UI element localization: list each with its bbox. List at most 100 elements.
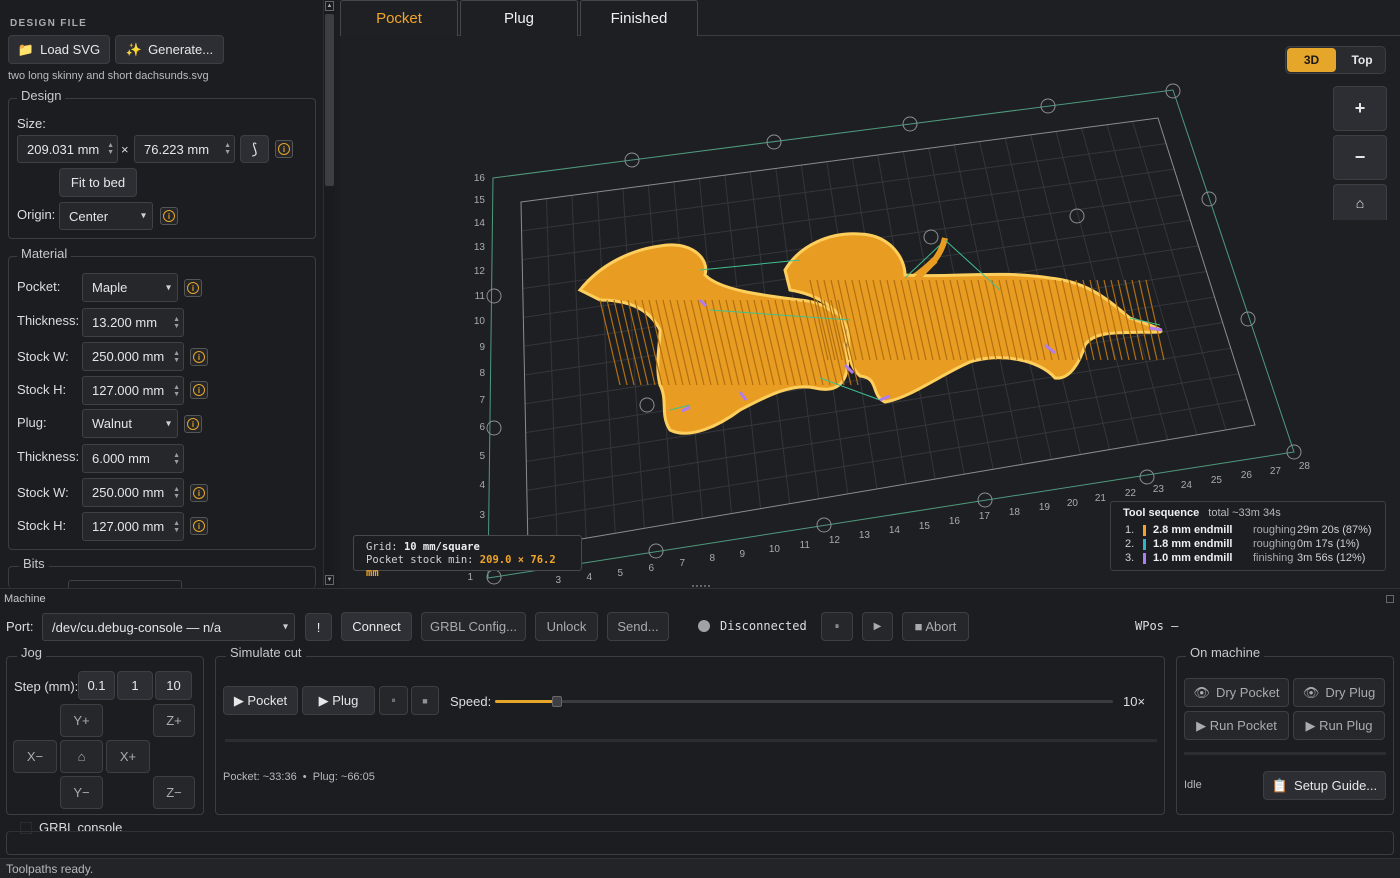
panel-expand-icon[interactable] [1386, 595, 1394, 603]
clamp-marker [923, 229, 939, 245]
scroll-up-arrow[interactable]: ▲ [325, 1, 334, 11]
viewport-panel: Pocket Plug Finished 16 15 14 13 12 11 10 9 8 7 6 5… [340, 0, 1400, 588]
origin-info-icon[interactable]: i [160, 207, 178, 225]
clamp-marker [1139, 469, 1155, 485]
run-pocket-button[interactable]: ▶ Run Pocket [1184, 711, 1289, 740]
port-select[interactable]: /dev/cu.debug-console — n/a [42, 613, 295, 641]
jog-home-button[interactable]: ⌂ [60, 740, 103, 773]
abort-button[interactable]: ■ Abort [902, 612, 969, 641]
jog-y-plus-button[interactable]: Y+ [60, 704, 103, 737]
tab-pocket[interactable]: Pocket [340, 0, 458, 36]
dry-plug-button[interactable]: 👁 Dry Plug [1293, 678, 1385, 707]
view-top-button[interactable]: Top [1338, 48, 1386, 72]
unlock-button[interactable]: Unlock [535, 612, 598, 641]
pocket-stock-h-input[interactable]: 127.000 mm ▲ ▼ [82, 376, 184, 405]
run-plug-button[interactable]: ▶ Run Plug [1293, 711, 1385, 740]
pocket-stock-w-input[interactable]: 250.000 mm ▲ ▼ [82, 342, 184, 371]
setup-guide-button[interactable]: 📋 Setup Guide... [1263, 771, 1386, 800]
jog-x-plus-button[interactable]: X+ [106, 740, 150, 773]
scroll-thumb[interactable] [325, 14, 334, 186]
port-refresh-button[interactable]: ! [305, 613, 332, 641]
zoom-out-button[interactable]: − [1333, 135, 1387, 180]
view-3d-button[interactable]: 3D [1287, 48, 1336, 72]
times-sign: × [121, 142, 129, 157]
link-aspect-button[interactable]: ⟆ [240, 135, 269, 163]
eye-icon: 👁 [1193, 684, 1210, 700]
pocket-material-select[interactable]: Maple [82, 273, 178, 302]
pocket-stock-h-label: Stock H: [17, 382, 67, 397]
jog-z-plus-button[interactable]: Z+ [153, 704, 195, 737]
plug-material-info-icon[interactable]: i [184, 415, 202, 433]
height-input[interactable]: 76.223 mm ▲ ▼ [134, 135, 235, 163]
jog-x-minus-button[interactable]: X− [13, 740, 57, 773]
size-info-icon[interactable]: i [275, 140, 293, 158]
fit-to-bed-button[interactable]: Fit to bed [59, 168, 137, 197]
pocket-stock-w-info-icon[interactable]: i [190, 348, 208, 366]
jog-z-minus-button[interactable]: Z− [153, 776, 195, 809]
load-svg-button[interactable]: 📁 Load SVG [8, 35, 110, 64]
scroll-down-arrow[interactable]: ▼ [325, 575, 334, 585]
pocket-material-label: Pocket: [17, 279, 61, 294]
toolpath-line [1138, 279, 1158, 361]
connection-status-dot [698, 620, 710, 632]
pocket-material-info-icon[interactable]: i [184, 279, 202, 297]
tool-time: 3m 56s (12%) [1297, 552, 1366, 564]
simulate-pocket-button[interactable]: ▶ Pocket [223, 686, 298, 715]
tool-sequence-title: Tool sequence [1123, 507, 1200, 519]
dry-pocket-button[interactable]: 👁 Dry Pocket [1184, 678, 1289, 707]
tool-number: 2. [1125, 538, 1135, 550]
tab-finished[interactable]: Finished [580, 0, 698, 36]
x-tick-label: 16 [949, 516, 961, 527]
tool-name: 1.8 mm endmill [1153, 538, 1233, 550]
step-10-button[interactable]: 10 [155, 671, 192, 700]
plug-stock-w-info-icon[interactable]: i [190, 484, 208, 502]
y-tick-label: 16 [474, 173, 486, 184]
on-machine-legend: On machine [1186, 645, 1265, 660]
status-message: Toolpaths ready. [6, 862, 94, 876]
connect-button[interactable]: Connect [341, 612, 412, 641]
grbl-console-area[interactable] [6, 831, 1394, 855]
eye-icon: 👁 [1302, 684, 1320, 700]
origin-select[interactable]: Center [59, 202, 153, 230]
y-tick-label: 10 [474, 316, 486, 327]
y-tick-label: 5 [479, 451, 485, 462]
folder-icon: 📁 [17, 41, 35, 57]
plug-stock-w-input[interactable]: 250.000 mm ▲ ▼ [82, 478, 184, 507]
clamp-marker [486, 420, 502, 436]
plug-thickness-input[interactable]: 6.000 mm ▲ ▼ [82, 444, 184, 473]
material-legend: Material [17, 246, 72, 261]
clamp-marker [639, 397, 655, 413]
plug-material-select[interactable]: Walnut [82, 409, 178, 438]
plug-stock-h-label: Stock H: [17, 518, 67, 533]
jog-y-minus-button[interactable]: Y− [60, 776, 103, 809]
simulate-plug-button[interactable]: ▶ Plug [302, 686, 375, 715]
plug-stock-h-info-icon[interactable]: i [190, 517, 208, 535]
x-tick-label: 10 [769, 544, 781, 555]
tool-operation: finishing [1253, 552, 1294, 564]
speed-slider-thumb[interactable] [551, 696, 562, 707]
pocket-thickness-input[interactable]: 13.200 mm ▲ ▼ [82, 308, 184, 337]
plug-stock-h-input[interactable]: 127.000 mm ▲ ▼ [82, 512, 184, 541]
left-panel-scrollbar[interactable]: ▲ ▼ [323, 0, 335, 586]
machine-pause-button[interactable]: ⏸ [821, 612, 853, 641]
width-input[interactable]: 209.031 mm ▲ ▼ [17, 135, 118, 163]
send-button[interactable]: Send... [607, 612, 669, 641]
machine-resume-button[interactable]: ▶ [862, 612, 893, 641]
zoom-in-button[interactable]: + [1333, 86, 1387, 131]
pocket-stock-h-info-icon[interactable]: i [190, 381, 208, 399]
x-tick-label: 25 [1211, 475, 1223, 486]
speed-slider-track[interactable] [495, 696, 1113, 707]
home-view-button[interactable]: ⌂ [1333, 184, 1387, 220]
tool-color-swatch [1143, 525, 1146, 536]
x-tick-label: 4 [586, 572, 592, 583]
tab-plug[interactable]: Plug [460, 0, 578, 36]
generate-button[interactable]: ✨ Generate... [115, 35, 224, 64]
step-1-button[interactable]: 1 [117, 671, 153, 700]
grbl-config-button[interactable]: GRBL Config... [421, 612, 526, 641]
simulate-pause-button[interactable]: ⏸ [379, 686, 408, 715]
x-tick-label: 13 [859, 530, 871, 541]
tool-sequence-row: 2. 1.8 mm endmill roughing 0m 17s (1%) [1125, 538, 1381, 552]
step-0.1-button[interactable]: 0.1 [78, 671, 115, 700]
simulate-stop-button[interactable]: ■ [411, 686, 439, 715]
y-tick-label: 9 [479, 342, 485, 353]
